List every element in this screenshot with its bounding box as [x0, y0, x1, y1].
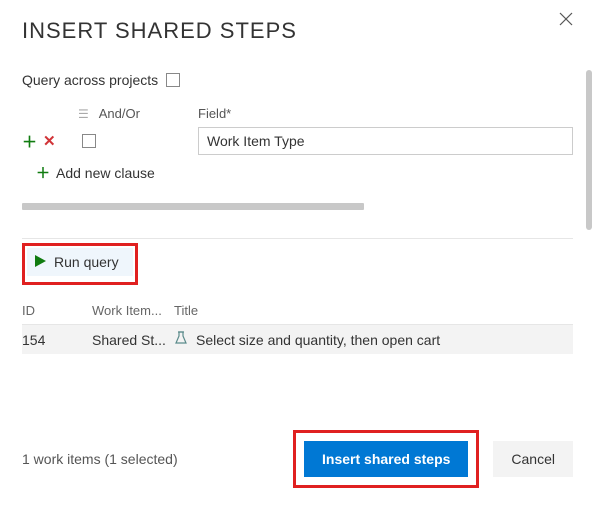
- add-new-clause-button[interactable]: ＋ Add new clause: [36, 163, 573, 183]
- clause-header: ☰ And/Or Field*: [22, 106, 573, 121]
- run-query-label: Run query: [54, 254, 119, 270]
- insert-button-highlight: Insert shared steps: [293, 430, 479, 488]
- table-row[interactable]: 154 Shared St... Select size and quantit…: [22, 325, 573, 354]
- cell-id: 154: [22, 332, 92, 348]
- query-across-projects-row: Query across projects: [22, 72, 573, 88]
- col-title-header[interactable]: Title: [174, 303, 573, 318]
- andor-header-label: And/Or: [99, 106, 140, 121]
- add-new-clause-label: Add new clause: [56, 165, 155, 181]
- list-icon: ☰: [78, 107, 89, 121]
- dialog-title: INSERT SHARED STEPS: [22, 18, 573, 44]
- horizontal-scrollbar[interactable]: [22, 203, 364, 210]
- cell-title: Select size and quantity, then open cart: [196, 332, 440, 348]
- field-input[interactable]: [198, 127, 573, 155]
- play-icon: [35, 254, 46, 270]
- cancel-button[interactable]: Cancel: [493, 441, 573, 477]
- divider: [22, 238, 573, 239]
- add-clause-icon[interactable]: ＋: [22, 131, 37, 152]
- col-id-header[interactable]: ID: [22, 303, 92, 318]
- andor-checkbox[interactable]: [82, 134, 96, 148]
- dialog: INSERT SHARED STEPS Query across project…: [0, 0, 595, 506]
- cell-workitem: Shared St...: [92, 332, 174, 348]
- shared-steps-icon: [174, 331, 188, 348]
- insert-shared-steps-button[interactable]: Insert shared steps: [304, 441, 468, 477]
- col-workitem-header[interactable]: Work Item...: [92, 303, 174, 318]
- field-header-label: Field*: [198, 106, 573, 121]
- run-query-button[interactable]: Run query: [27, 248, 133, 276]
- vertical-scrollbar[interactable]: [586, 70, 592, 230]
- query-across-projects-label: Query across projects: [22, 72, 158, 88]
- plus-icon: ＋: [36, 163, 50, 183]
- clause-row: ＋ ✕: [22, 127, 573, 155]
- delete-clause-icon[interactable]: ✕: [43, 132, 56, 150]
- close-icon[interactable]: [559, 12, 577, 30]
- status-text: 1 work items (1 selected): [22, 451, 293, 467]
- query-across-projects-checkbox[interactable]: [166, 73, 180, 87]
- run-query-highlight: Run query: [22, 243, 138, 285]
- results-table-header: ID Work Item... Title: [22, 303, 573, 325]
- dialog-footer: 1 work items (1 selected) Insert shared …: [22, 430, 573, 488]
